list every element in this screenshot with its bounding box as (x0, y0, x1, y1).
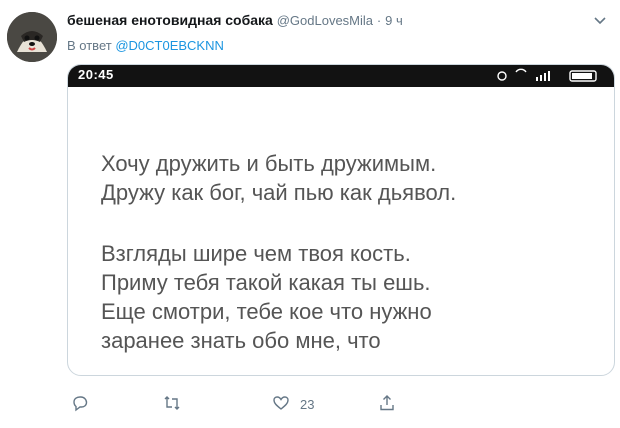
avatar[interactable] (7, 12, 57, 62)
chevron-down-icon[interactable] (590, 10, 610, 30)
reply-icon (71, 394, 89, 415)
author-handle[interactable]: @GodLovesMila (277, 13, 373, 28)
text-line: Еще смотри, тебе кое что нужно (101, 299, 432, 324)
status-icons (497, 68, 597, 82)
retweet-icon (163, 394, 181, 415)
heart-icon (272, 394, 290, 415)
text-line: Хочу дружить и быть дружимым. (101, 151, 437, 176)
phone-status-bar: 20:45 (68, 65, 614, 87)
share-button[interactable] (378, 392, 396, 416)
separator: · (376, 13, 382, 28)
reply-prefix: В ответ (67, 38, 112, 53)
image-text: Хочу дружить и быть дружимым. Дружу как … (101, 149, 456, 355)
text-line: Дружу как бог, чай пью как дьявол. (101, 180, 457, 205)
tweet-time[interactable]: 9 ч (385, 13, 403, 28)
tweet-image[interactable]: 20:45 Хочу дружить и быть дружимым. Друж… (67, 64, 615, 376)
like-button[interactable]: 23 (272, 392, 314, 416)
text-line: заранее знать обо мне, что (101, 328, 381, 353)
share-icon (378, 394, 396, 415)
tweet-header: бешеная енотовидная собака @GodLovesMila… (67, 12, 403, 28)
retweet-button[interactable] (163, 392, 191, 416)
status-time: 20:45 (78, 67, 114, 82)
text-line: Взгляды шире чем твоя кость. (101, 241, 411, 266)
reply-context: В ответ @D0CT0EBCKNN (67, 38, 224, 53)
author-name[interactable]: бешеная енотовидная собака (67, 12, 273, 28)
tweet-actions: 23 (67, 392, 527, 416)
like-count: 23 (300, 396, 315, 412)
reply-to-link[interactable]: @D0CT0EBCKNN (115, 38, 224, 53)
reply-button[interactable] (71, 392, 99, 416)
text-line: Приму тебя такой какая ты ешь. (101, 270, 431, 295)
